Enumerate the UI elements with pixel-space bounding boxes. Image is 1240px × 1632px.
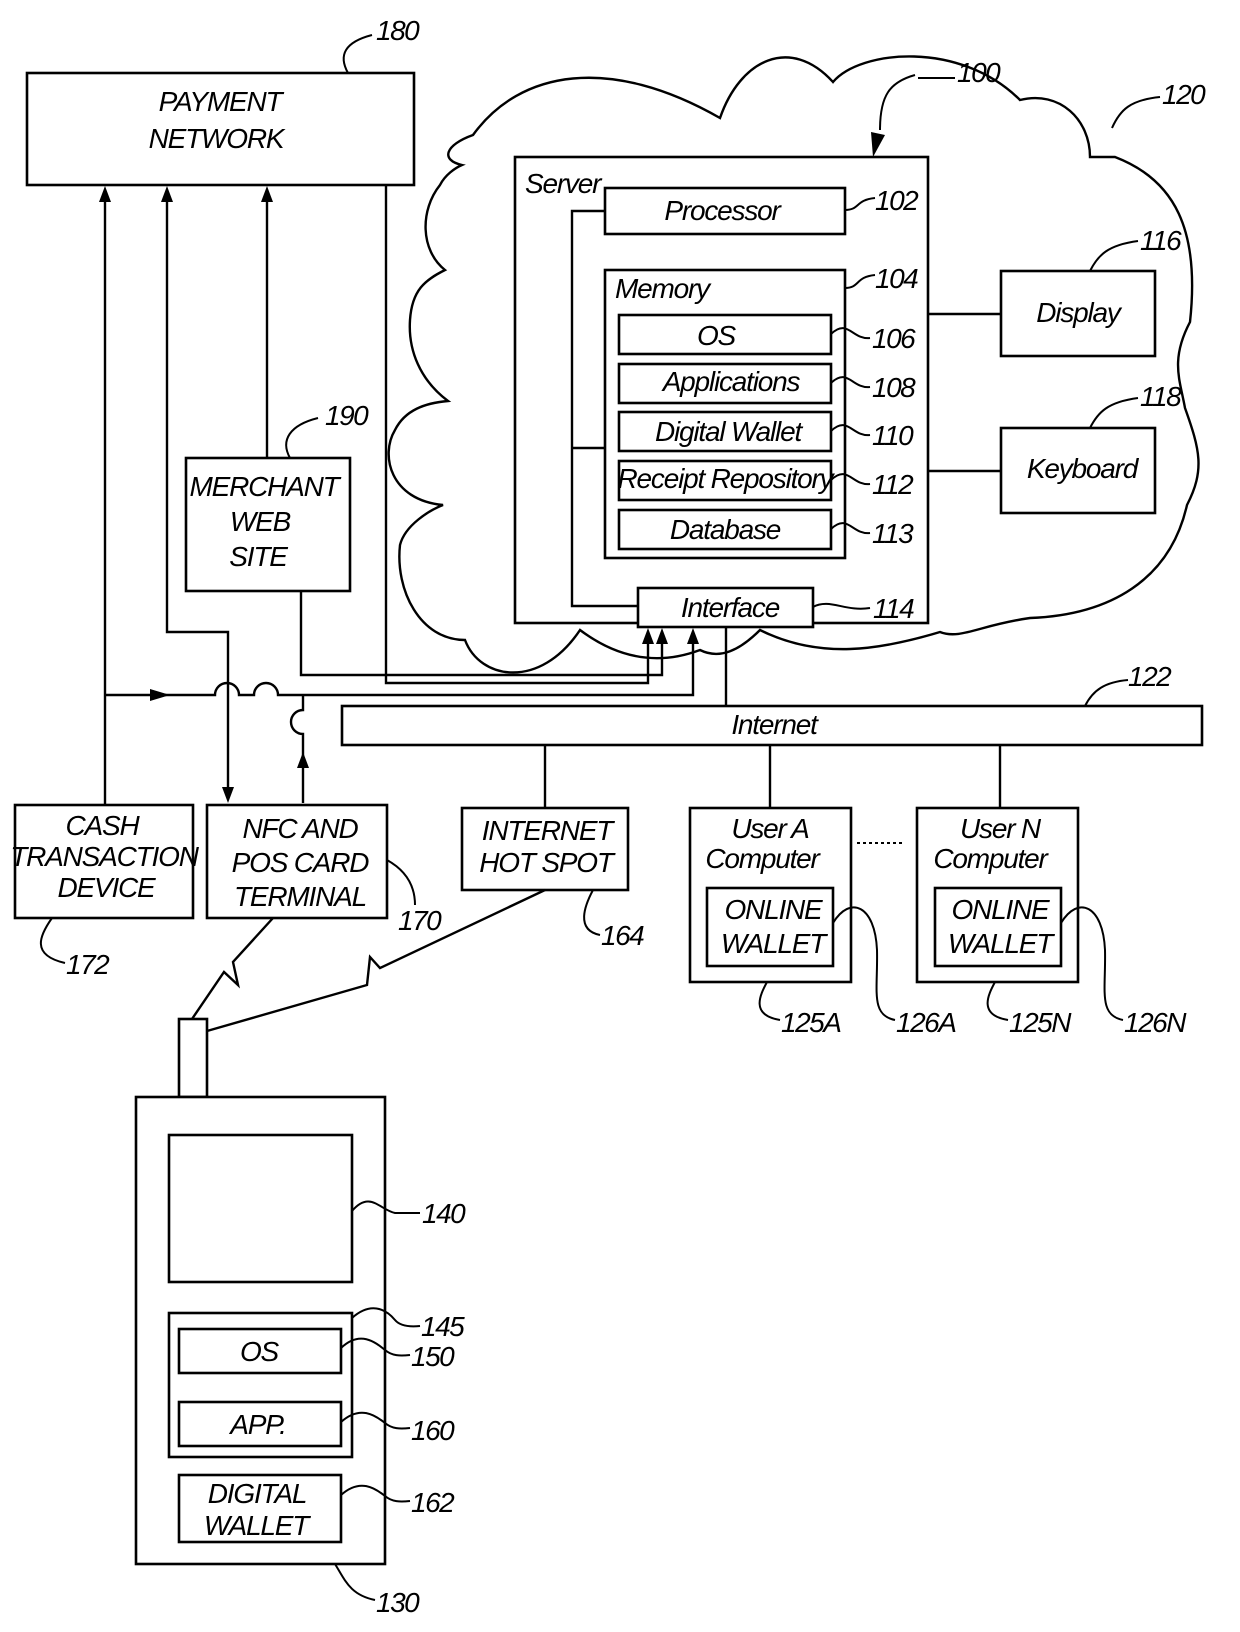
arrow-payment-origin bbox=[161, 186, 173, 202]
merchant-label-line3: SITE bbox=[229, 541, 288, 572]
leader-130 bbox=[334, 1563, 376, 1601]
merchant-label-line2: WEB bbox=[230, 506, 291, 537]
nfc-label-line2: POS CARD bbox=[232, 847, 370, 878]
hotspot-label-line2: HOT SPOT bbox=[479, 847, 616, 878]
user-n-label-line2: Computer bbox=[933, 843, 1049, 874]
leader-116 bbox=[1089, 240, 1139, 272]
leader-125A bbox=[758, 981, 781, 1021]
user-a-label-line2: Computer bbox=[705, 843, 821, 874]
nfc-to-internet-line bbox=[289, 695, 305, 803]
cash-label-line2: TRANSACTION bbox=[10, 841, 199, 872]
ref-118: 118 bbox=[1140, 381, 1182, 412]
payment-network-label-line1: PAYMENT bbox=[159, 86, 285, 117]
ref-125A: 125A bbox=[781, 1007, 841, 1038]
mobile-antenna bbox=[177, 1017, 209, 1099]
merchant-label-line1: MERCHANT bbox=[189, 471, 341, 502]
ref-150: 150 bbox=[411, 1341, 455, 1372]
ref-180: 180 bbox=[376, 15, 420, 46]
ref-160: 160 bbox=[411, 1415, 455, 1446]
ref-116: 116 bbox=[1140, 225, 1182, 256]
ref-100: 100 bbox=[957, 57, 1001, 88]
arrow-nfc-up bbox=[297, 752, 309, 768]
user-a-wallet-line2: WALLET bbox=[721, 928, 828, 959]
memory-item-os-label: OS bbox=[697, 320, 737, 351]
payment-network-label-line2: NETWORK bbox=[149, 123, 286, 154]
nfc-label-line3: TERMINAL bbox=[234, 881, 366, 912]
ref-112: 112 bbox=[872, 469, 914, 500]
user-n-wallet-line2: WALLET bbox=[948, 928, 1055, 959]
leader-190 bbox=[285, 417, 319, 459]
arrow-100 bbox=[871, 132, 885, 157]
ref-145: 145 bbox=[421, 1311, 465, 1342]
ref-162: 162 bbox=[411, 1487, 455, 1518]
mobile-screen bbox=[167, 1133, 354, 1284]
ref-170: 170 bbox=[398, 905, 442, 936]
memory-item-database-label: Database bbox=[670, 514, 781, 545]
ref-126A: 126A bbox=[896, 1007, 956, 1038]
keyboard-label: Keyboard bbox=[1027, 453, 1140, 484]
ref-104: 104 bbox=[875, 263, 918, 294]
arrow-cash-to-interface bbox=[687, 628, 699, 644]
internet-label: Internet bbox=[731, 709, 819, 740]
hotspot-label-line1: INTERNET bbox=[482, 815, 615, 846]
memory-item-digital-wallet-label: Digital Wallet bbox=[655, 416, 803, 447]
memory-item-applications-label: Applications bbox=[661, 366, 801, 397]
wireless-link-nfc bbox=[191, 917, 274, 1020]
interface-label: Interface bbox=[681, 592, 780, 623]
ref-108: 108 bbox=[872, 372, 916, 403]
mobile-wallet-line2: WALLET bbox=[204, 1510, 311, 1541]
memory-label: Memory bbox=[615, 273, 712, 304]
ref-114: 114 bbox=[873, 593, 914, 624]
leader-164 bbox=[583, 889, 601, 936]
arrow-payment-to-interface bbox=[642, 628, 654, 644]
ref-126N: 126N bbox=[1124, 1007, 1187, 1038]
leader-120 bbox=[1111, 96, 1161, 129]
ref-140: 140 bbox=[422, 1198, 466, 1229]
leader-122 bbox=[1084, 679, 1129, 707]
ref-110: 110 bbox=[872, 420, 914, 451]
processor-label: Processor bbox=[664, 195, 782, 226]
arrow-merchant-to-payment bbox=[261, 186, 273, 202]
leader-100 bbox=[879, 74, 916, 131]
ref-122: 122 bbox=[1128, 661, 1172, 692]
leader-172 bbox=[39, 917, 66, 964]
patent-diagram: PAYMENT NETWORK 180 Server 100 Processor… bbox=[10, 15, 1207, 1618]
cash-label-line3: DEVICE bbox=[57, 872, 156, 903]
ref-130: 130 bbox=[376, 1587, 420, 1618]
ref-106: 106 bbox=[872, 323, 916, 354]
cash-label-line1: CASH bbox=[66, 810, 141, 841]
ref-190: 190 bbox=[325, 400, 369, 431]
memory-item-receipt-repository-label: Receipt Repository bbox=[618, 463, 836, 494]
display-label: Display bbox=[1036, 297, 1123, 328]
ref-120: 120 bbox=[1162, 79, 1206, 110]
leader-170 bbox=[386, 859, 416, 906]
ref-172: 172 bbox=[66, 949, 110, 980]
user-n-wallet-line1: ONLINE bbox=[951, 894, 1050, 925]
user-n-label-line1: User N bbox=[960, 813, 1042, 844]
nfc-label-line1: NFC AND bbox=[242, 813, 358, 844]
user-a-label-line1: User A bbox=[731, 813, 809, 844]
user-a-wallet-line1: ONLINE bbox=[724, 894, 823, 925]
ref-125N: 125N bbox=[1009, 1007, 1072, 1038]
arrow-merchant-to-interface bbox=[656, 628, 668, 644]
leader-125N bbox=[986, 981, 1009, 1021]
mobile-os-label: OS bbox=[240, 1336, 280, 1367]
cash-to-interface-line bbox=[105, 640, 695, 697]
ref-164: 164 bbox=[601, 920, 644, 951]
server-label: Server bbox=[525, 168, 603, 199]
arrow-cash-horizontal bbox=[150, 689, 170, 701]
mobile-app-label: APP. bbox=[228, 1409, 285, 1440]
leader-118 bbox=[1089, 397, 1139, 429]
arrow-to-nfc bbox=[222, 787, 234, 803]
ref-102: 102 bbox=[875, 185, 919, 216]
ref-113: 113 bbox=[872, 518, 914, 549]
leader-180 bbox=[342, 34, 373, 74]
arrow-cash-to-payment bbox=[99, 186, 111, 202]
mobile-wallet-line1: DIGITAL bbox=[208, 1478, 306, 1509]
